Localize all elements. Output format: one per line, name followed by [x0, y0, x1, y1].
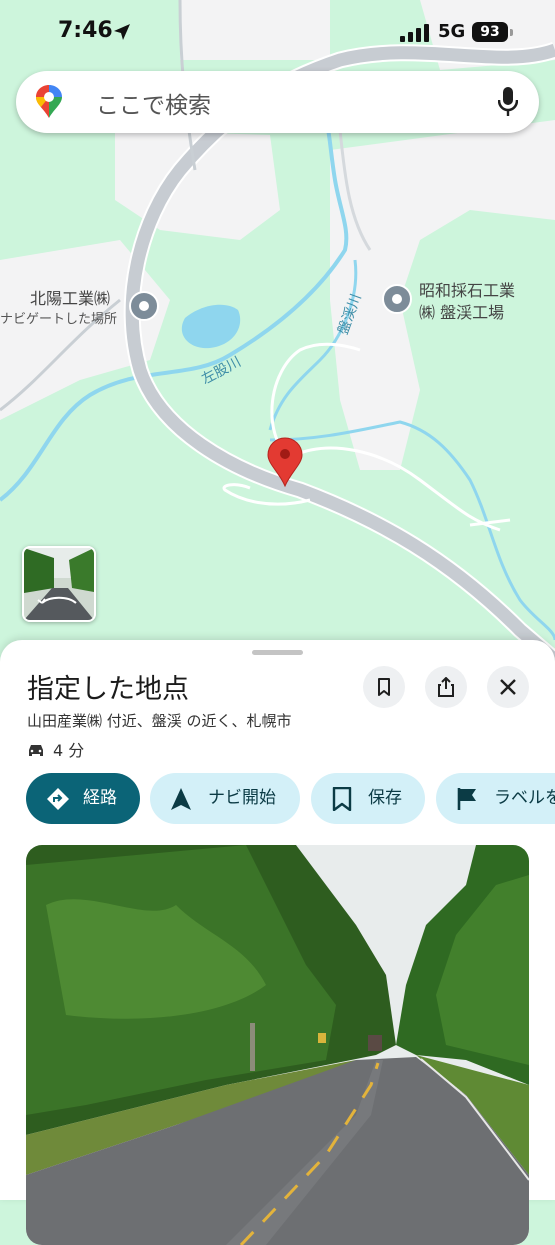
street-view-thumbnail[interactable] [22, 546, 96, 622]
map-label-poi-1-note: ナビゲートした場所 [0, 312, 118, 327]
close-button[interactable] [487, 666, 529, 708]
sheet-drag-handle[interactable] [252, 650, 303, 655]
microphone-icon[interactable] [498, 87, 518, 117]
clock: 7:46 [58, 18, 113, 43]
save-label: 保存 [368, 788, 402, 808]
search-bar[interactable]: ここで検索 [16, 71, 539, 133]
eta-text: 4 分 [53, 741, 85, 760]
label-action-label: ラベルを [494, 788, 555, 808]
share-icon [438, 677, 454, 697]
network-type: 5G [438, 21, 466, 42]
flag-icon [457, 788, 476, 810]
action-chips: 経路 ナビ開始 保存 ラベルを [26, 773, 555, 825]
bookmark-icon [332, 787, 352, 811]
status-bar: 7:46 5G 93 [0, 0, 555, 66]
car-icon [29, 745, 43, 756]
directions-button[interactable]: 経路 [26, 773, 140, 824]
place-sheet[interactable]: 指定した地点 山田産業㈱ 付近、盤渓 の近く、札幌市 4 分 経路 ナビ開始 保… [0, 640, 555, 1245]
map-label-poi-2-line2[interactable]: ㈱ 盤渓工場 [419, 302, 504, 323]
start-navigation-button[interactable]: ナビ開始 [150, 773, 300, 824]
navigation-arrow-icon [171, 788, 191, 810]
start-navigation-label: ナビ開始 [208, 788, 276, 808]
street-view-photo[interactable] [26, 845, 529, 1245]
map-label-poi-1[interactable]: 北陽工業㈱ [30, 288, 110, 309]
maps-pin-icon [36, 85, 62, 118]
directions-label: 経路 [83, 788, 117, 808]
battery-cap [510, 29, 513, 36]
location-arrow-icon [114, 24, 130, 40]
poi-marker-icon[interactable] [129, 291, 159, 321]
save-button[interactable]: 保存 [311, 773, 425, 824]
search-input[interactable]: ここで検索 [96, 86, 211, 120]
map-label-poi-2-line1[interactable]: 昭和採石工業 [419, 280, 515, 301]
drive-eta: 4 分 [27, 737, 84, 761]
bookmark-icon [378, 678, 390, 696]
label-button[interactable]: ラベルを [436, 773, 555, 824]
close-icon [500, 679, 516, 695]
place-title: 指定した地点 [27, 674, 189, 705]
signal-bars-icon [400, 24, 429, 42]
battery-icon: 93 [472, 22, 508, 42]
poi-marker-icon[interactable] [382, 284, 412, 314]
directions-icon [47, 788, 69, 810]
share-button[interactable] [425, 666, 467, 708]
place-subtitle: 山田産業㈱ 付近、盤渓 の近く、札幌市 [27, 712, 292, 730]
save-bookmark-button[interactable] [363, 666, 405, 708]
